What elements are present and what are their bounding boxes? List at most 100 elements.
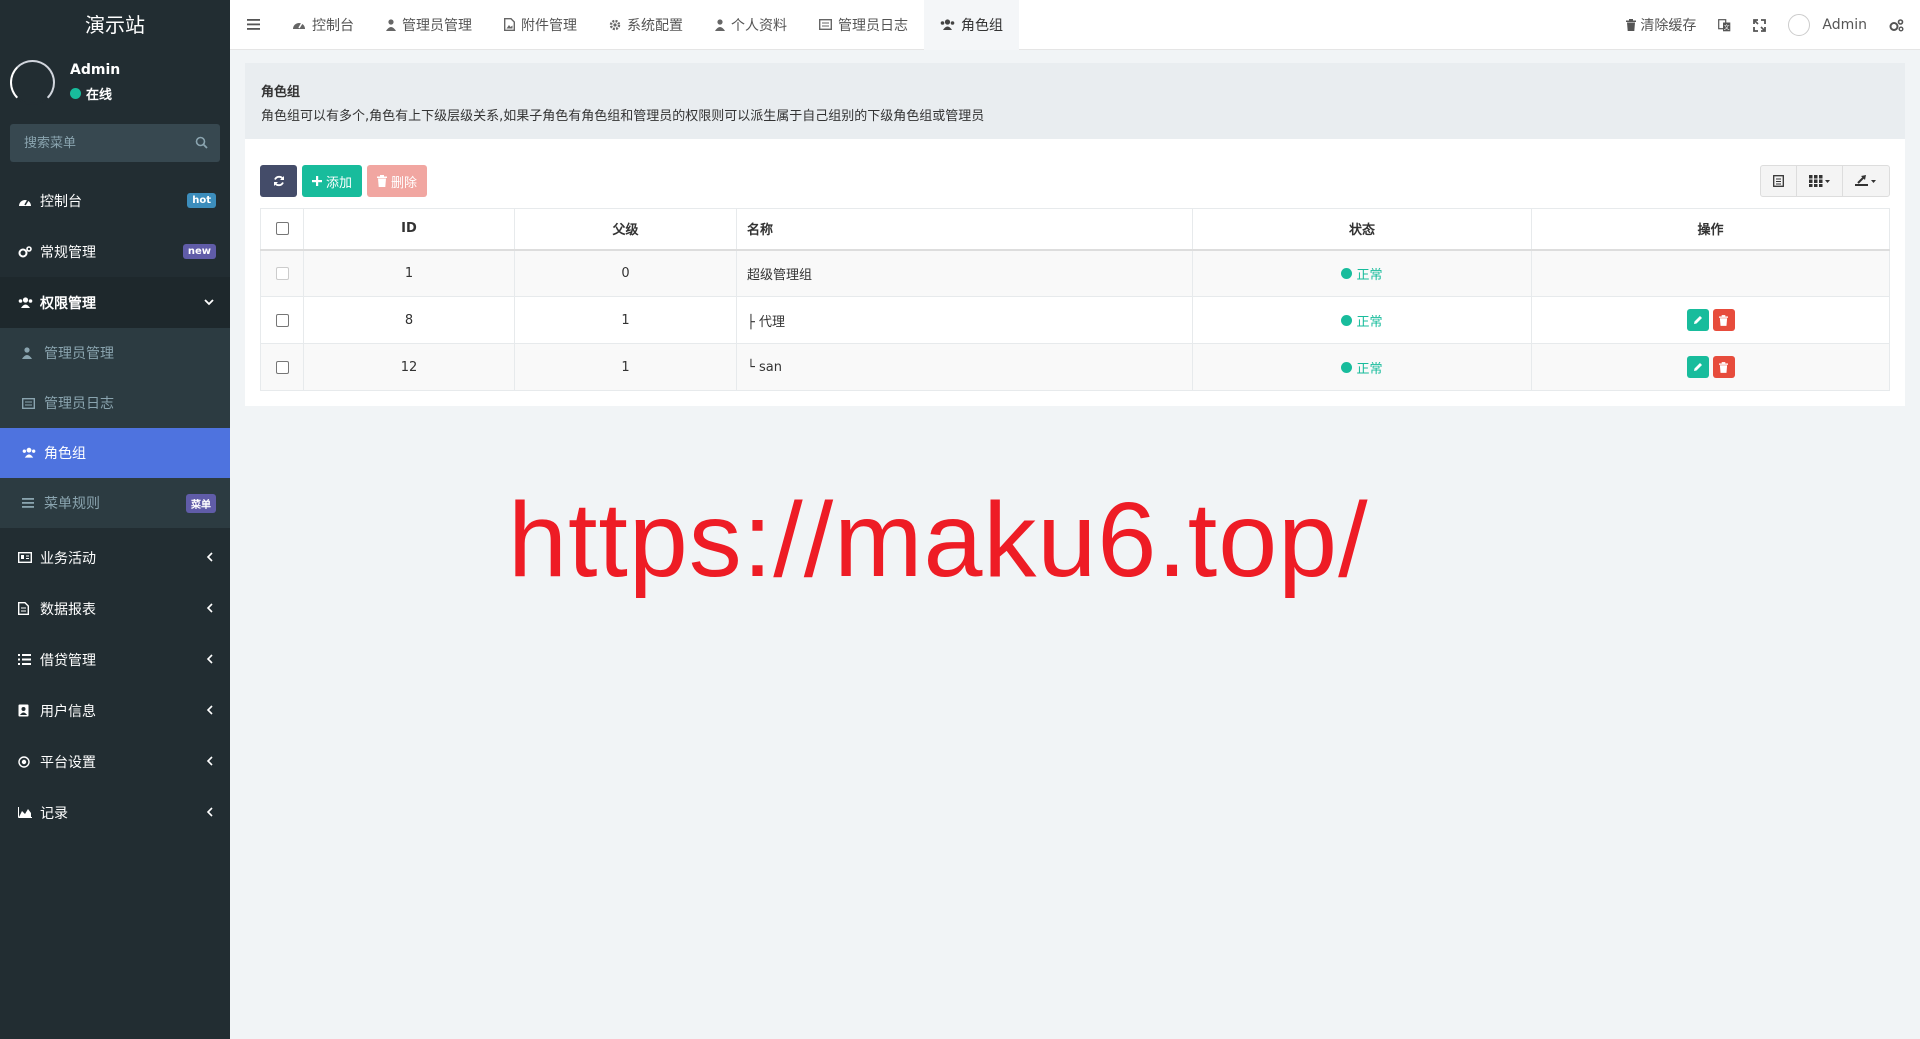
column-header-parent[interactable]: 父级 xyxy=(514,208,737,251)
row-name: 超级管理组 xyxy=(736,249,1193,297)
add-button[interactable]: 添加 xyxy=(302,165,363,197)
trash-icon xyxy=(1719,314,1728,326)
status-badge: 正常 xyxy=(1341,311,1383,330)
row-checkbox[interactable] xyxy=(275,313,289,327)
auth-submenu: 管理员管理 管理员日志 角色组 菜单规则 菜单 xyxy=(0,328,230,528)
sidebar-item-label: 菜单规则 xyxy=(44,496,100,512)
user-icon xyxy=(22,347,36,359)
avatar xyxy=(10,60,55,105)
tab-attachment[interactable]: 附件管理 xyxy=(488,0,593,50)
pencil-icon xyxy=(1693,362,1703,372)
sidebar-item-adminlog[interactable]: 管理员日志 xyxy=(0,378,230,428)
row-id: 8 xyxy=(303,296,515,344)
sidebar-item-admin[interactable]: 管理员管理 xyxy=(0,328,230,378)
page-title: 角色组 xyxy=(261,85,301,100)
delete-row-button[interactable] xyxy=(1712,309,1735,331)
row-status-cell: 正常 xyxy=(1192,343,1532,391)
tab-label: 个人资料 xyxy=(731,17,787,34)
site-logo[interactable]: 演示站 xyxy=(0,0,230,50)
table-row[interactable]: 12 1 └ san 正常 xyxy=(260,343,1890,391)
edit-button[interactable] xyxy=(1686,309,1709,331)
chevron-left-icon xyxy=(206,807,214,817)
trash-icon xyxy=(1626,19,1637,31)
column-header-name[interactable]: 名称 xyxy=(736,208,1193,251)
sidebar-item-loan[interactable]: 借贷管理 xyxy=(0,634,230,685)
chevron-left-icon xyxy=(206,603,214,613)
sidebar-item-label: 用户信息 xyxy=(40,703,96,720)
delete-button-label: 删除 xyxy=(391,175,418,191)
table-row[interactable]: 1 0 超级管理组 正常 xyxy=(260,249,1890,297)
delete-button[interactable]: 删除 xyxy=(367,165,428,197)
list-alt-icon xyxy=(22,397,36,409)
toggle-view-button[interactable] xyxy=(1760,165,1797,197)
sidebar-item-rule[interactable]: 菜单规则 菜单 xyxy=(0,478,230,528)
fullscreen-icon[interactable] xyxy=(1742,0,1777,50)
tab-group[interactable]: 角色组 xyxy=(924,0,1019,50)
clear-cache-button[interactable]: 清除缓存 xyxy=(1615,0,1707,50)
column-header-id[interactable]: ID xyxy=(303,208,515,251)
column-header-operate: 操作 xyxy=(1531,208,1890,251)
sidebar-item-dashboard[interactable]: 控制台 hot xyxy=(0,175,230,226)
edit-button[interactable] xyxy=(1686,356,1709,378)
bars-icon xyxy=(22,498,36,508)
dashboard-icon xyxy=(18,195,34,207)
sidebar-item-general[interactable]: 常规管理 new xyxy=(0,226,230,277)
sidebar-toggle-icon[interactable] xyxy=(230,0,276,50)
tab-admin[interactable]: 管理员管理 xyxy=(370,0,488,50)
row-name: └ san xyxy=(736,343,1193,391)
tab-adminlog[interactable]: 管理员日志 xyxy=(803,0,924,50)
status-label: 正常 xyxy=(1356,267,1383,283)
row-id: 1 xyxy=(303,249,515,297)
search-icon[interactable] xyxy=(195,136,208,149)
user-menu[interactable]: Admin xyxy=(1777,0,1878,50)
export-button[interactable] xyxy=(1842,165,1890,197)
sidebar-item-business[interactable]: 业务活动 xyxy=(0,532,230,583)
column-header-status[interactable]: 状态 xyxy=(1192,208,1532,251)
row-name: ├ 代理 xyxy=(736,296,1193,344)
cogs-icon xyxy=(18,245,34,258)
refresh-button[interactable] xyxy=(260,165,297,197)
watermark-text: https://maku6.top/ xyxy=(508,481,1369,599)
table-row[interactable]: 8 1 ├ 代理 正常 xyxy=(260,296,1890,344)
sidebar-item-userinfo[interactable]: 用户信息 xyxy=(0,685,230,736)
select-all-checkbox[interactable] xyxy=(275,222,289,236)
tab-dashboard[interactable]: 控制台 xyxy=(276,0,370,50)
language-icon[interactable]: 文 xyxy=(1707,0,1742,50)
pencil-icon xyxy=(1693,315,1703,325)
row-parent: 1 xyxy=(514,296,737,344)
sidebar-item-label: 数据报表 xyxy=(40,601,96,618)
row-id: 12 xyxy=(303,343,515,391)
status-badge: 正常 xyxy=(1341,264,1383,283)
sidebar-item-label: 权限管理 xyxy=(40,295,96,312)
menu-badge: 菜单 xyxy=(186,493,216,513)
online-dot-icon xyxy=(70,88,81,99)
search-input[interactable] xyxy=(10,124,220,162)
user-icon xyxy=(715,18,725,31)
row-checkbox xyxy=(275,266,289,280)
menu-search xyxy=(10,124,220,162)
tab-label: 角色组 xyxy=(961,17,1003,34)
refresh-icon xyxy=(273,175,285,187)
control-sidebar-icon[interactable] xyxy=(1878,0,1920,50)
sidebar: 演示站 Admin 在线 控制台 hot 常规管理 new 权限管理 xyxy=(0,0,230,1039)
plus-icon xyxy=(312,176,322,186)
row-checkbox[interactable] xyxy=(275,360,289,374)
delete-row-button[interactable] xyxy=(1712,356,1735,378)
tab-profile[interactable]: 个人资料 xyxy=(699,0,803,50)
select-all-cell xyxy=(260,208,304,251)
user-panel: Admin 在线 xyxy=(0,50,230,116)
sidebar-item-label: 业务活动 xyxy=(40,550,96,567)
sidebar-item-group[interactable]: 角色组 xyxy=(0,428,230,478)
status-dot-icon xyxy=(1341,267,1353,279)
tab-config[interactable]: 系统配置 xyxy=(593,0,699,50)
sidebar-item-records[interactable]: 记录 xyxy=(0,787,230,838)
sidebar-item-report[interactable]: 数据报表 xyxy=(0,583,230,634)
columns-button[interactable] xyxy=(1796,165,1843,197)
table-tools xyxy=(1760,165,1890,197)
sidebar-item-auth[interactable]: 权限管理 xyxy=(0,277,230,328)
sidebar-item-platform[interactable]: 平台设置 xyxy=(0,736,230,787)
chevron-down-icon xyxy=(204,298,214,306)
status-dot-icon xyxy=(1341,361,1353,373)
tab-label: 附件管理 xyxy=(521,17,577,34)
sidebar-item-label: 控制台 xyxy=(40,193,82,210)
